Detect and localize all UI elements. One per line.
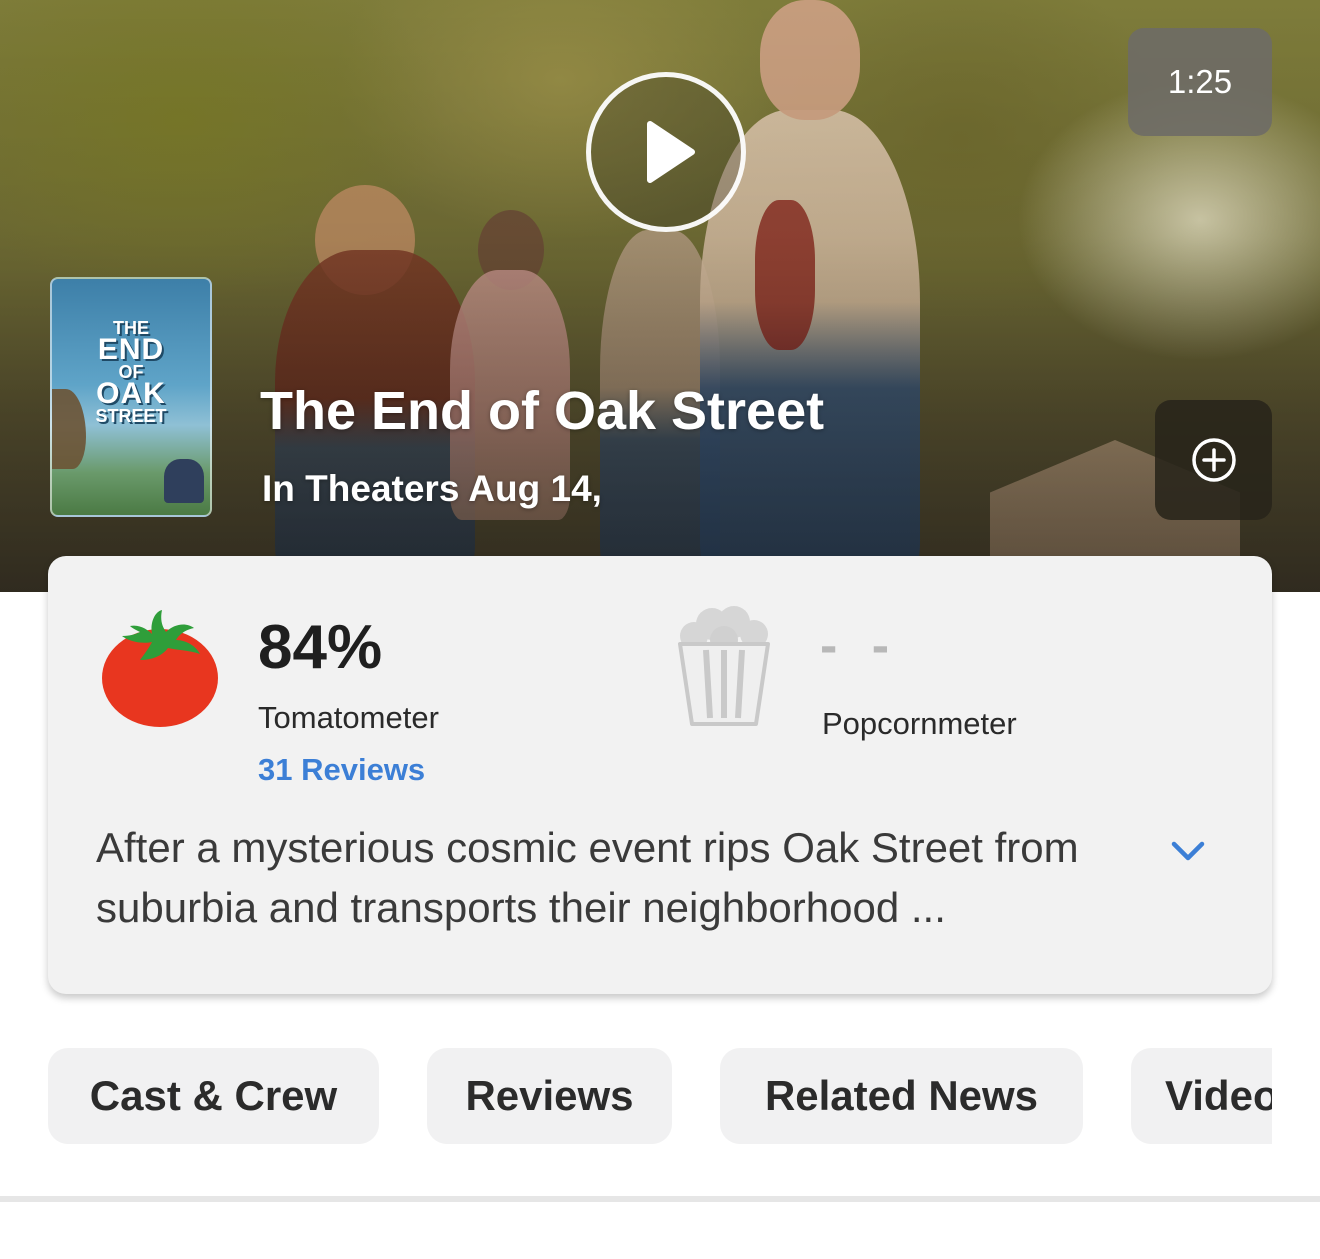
video-duration-badge: 1:25 — [1128, 28, 1272, 136]
popcornmeter-score: - - — [820, 617, 900, 675]
poster-title-street: STREET — [95, 406, 167, 426]
reviews-count-link[interactable]: 31 Reviews — [258, 752, 425, 788]
add-to-watchlist-button[interactable] — [1155, 400, 1272, 520]
tomato-icon — [102, 610, 218, 727]
poster-title: THE END OF OAK STREET — [52, 319, 210, 425]
tomatometer-label: Tomatometer — [258, 700, 439, 735]
section-divider — [0, 1196, 1320, 1202]
tomatometer-score: 84% — [258, 613, 383, 682]
section-tabs: Cast & Crew Reviews Related News Videos — [48, 1048, 1272, 1144]
tab-videos[interactable]: Videos — [1131, 1048, 1272, 1144]
score-card: 84% Tomatometer 31 Reviews - - Popcornme… — [48, 556, 1272, 994]
tab-cast-crew[interactable]: Cast & Crew — [48, 1048, 379, 1144]
video-duration: 1:25 — [1167, 63, 1233, 100]
movie-poster[interactable]: THE END OF OAK STREET — [50, 277, 212, 517]
release-info: In Theaters Aug 14, — [262, 468, 602, 509]
chevron-down-icon[interactable] — [1168, 834, 1208, 866]
tab-related-news[interactable]: Related News — [720, 1048, 1083, 1144]
popcorn-bucket-icon — [678, 606, 770, 726]
hero-banner: 1:25 THE END OF OAK STREET The End of Oa… — [0, 0, 1320, 592]
synopsis-text: After a mysterious cosmic event rips Oak… — [96, 824, 1079, 931]
play-trailer-button[interactable] — [586, 72, 746, 232]
movie-title: The End of Oak Street — [260, 381, 825, 441]
plus-circle-icon — [1191, 438, 1236, 482]
poster-art — [164, 459, 204, 503]
play-icon — [647, 121, 695, 183]
tab-reviews[interactable]: Reviews — [427, 1048, 672, 1144]
popcornmeter-label: Popcornmeter — [822, 706, 1017, 741]
